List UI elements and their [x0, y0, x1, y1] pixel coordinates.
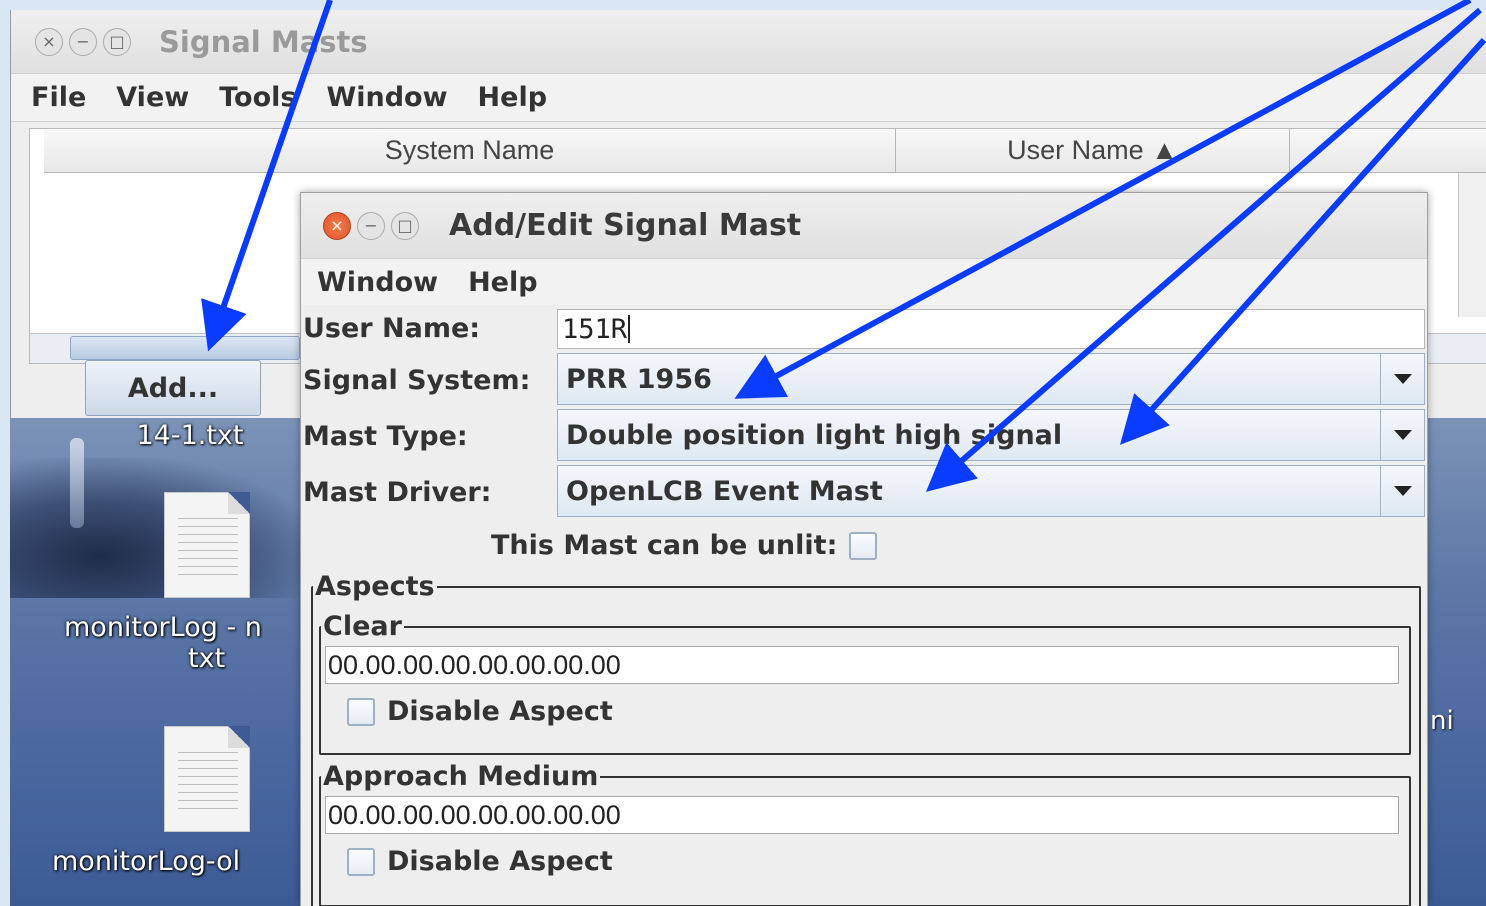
text-file-icon[interactable] [164, 726, 250, 832]
unlit-checkbox[interactable] [849, 531, 878, 560]
aspect-panel-clear: Clear 00.00.00.00.00.00.00.00 Disable As… [319, 611, 1411, 755]
chevron-down-icon[interactable] [1380, 354, 1424, 404]
chevron-down-icon[interactable] [1380, 466, 1424, 516]
mast-driver-label: Mast Driver: [303, 477, 492, 508]
aspect-panel-approach-medium: Approach Medium 00.00.00.00.00.00.00.00 … [319, 761, 1411, 906]
mast-driver-value: OpenLCB Event Mast [566, 475, 883, 507]
mast-type-select[interactable]: Double position light high signal [557, 409, 1425, 461]
menu-file[interactable]: File [31, 82, 86, 113]
menu-window[interactable]: Window [317, 267, 438, 298]
dialog-menubar: Window Help [301, 259, 1427, 305]
signal-system-value: PRR 1956 [566, 363, 712, 395]
menu-window[interactable]: Window [326, 82, 447, 113]
desktop-file-label-monitorlog-n[interactable]: monitorLog - n txt [50, 612, 300, 674]
column-header-system-name[interactable]: System Name [44, 129, 896, 173]
aspects-legend: Aspects [315, 571, 435, 602]
minimize-icon[interactable]: − [357, 211, 385, 240]
dialog-title: Add/Edit Signal Mast [449, 208, 802, 243]
maximize-icon[interactable]: □ [391, 211, 419, 240]
aspect-event-input[interactable]: 00.00.00.00.00.00.00.00 [325, 646, 1399, 684]
menu-tools[interactable]: Tools [219, 82, 296, 113]
aspect-name: Clear [323, 611, 402, 642]
window-title: Signal Masts [159, 24, 368, 59]
signal-system-label: Signal System: [303, 365, 531, 396]
signal-masts-menubar: File View Tools Window Help [11, 74, 1486, 122]
desktop-wallpaper-trunk [70, 438, 84, 528]
table-vertical-scrollbar[interactable] [1458, 173, 1486, 317]
maximize-icon[interactable]: □ [103, 27, 131, 56]
text-cursor [628, 315, 631, 343]
desktop-right-fragment-label: ni [1430, 706, 1454, 736]
chevron-down-icon[interactable] [1380, 410, 1424, 460]
minimize-icon[interactable]: − [69, 27, 97, 56]
disable-aspect-label: Disable Aspect [387, 846, 613, 877]
close-icon[interactable]: × [35, 27, 63, 56]
disable-aspect-row: Disable Aspect [347, 696, 1409, 727]
signal-system-select[interactable]: PRR 1956 [557, 353, 1425, 405]
mast-type-label: Mast Type: [303, 421, 468, 452]
menu-help[interactable]: Help [468, 267, 538, 298]
add-button[interactable]: Add... [85, 360, 261, 416]
mast-type-value: Double position light high signal [566, 419, 1063, 451]
close-icon[interactable]: × [323, 211, 351, 240]
disable-aspect-label: Disable Aspect [387, 696, 613, 727]
desktop-file-label-14-1[interactable]: 14-1.txt [85, 420, 295, 451]
user-name-input[interactable]: 151R [557, 309, 1425, 349]
mast-driver-select[interactable]: OpenLCB Event Mast [557, 465, 1425, 517]
disable-aspect-row: Disable Aspect [347, 846, 1409, 877]
desktop-file-label-line1: monitorLog - n [64, 612, 262, 643]
unlit-row: This Mast can be unlit: [491, 530, 878, 561]
disable-aspect-checkbox[interactable] [347, 697, 375, 726]
disable-aspect-checkbox[interactable] [347, 847, 375, 876]
desktop-file-label-line2: txt [188, 643, 226, 674]
menu-help[interactable]: Help [478, 82, 548, 113]
unlit-label: This Mast can be unlit: [491, 530, 838, 561]
desktop-wallpaper-tree [10, 458, 310, 598]
aspect-event-input[interactable]: 00.00.00.00.00.00.00.00 [325, 796, 1399, 834]
user-name-label: User Name: [303, 313, 481, 344]
text-file-icon[interactable] [164, 492, 250, 598]
user-name-value: 151R [562, 313, 628, 345]
aspect-name: Approach Medium [323, 761, 599, 792]
signal-masts-titlebar: × − □ Signal Masts [11, 10, 1486, 74]
dialog-titlebar: × − □ Add/Edit Signal Mast [301, 193, 1427, 259]
menu-view[interactable]: View [116, 82, 189, 113]
desktop-file-label-monitorlog-old[interactable]: monitorLog-ol [52, 846, 302, 877]
scrollbar-thumb[interactable] [70, 336, 300, 360]
column-header-user-name[interactable]: User Name ▲ [896, 129, 1290, 173]
column-header-extra[interactable] [1290, 129, 1486, 173]
add-edit-signal-mast-dialog: × − □ Add/Edit Signal Mast Window Help U… [300, 192, 1428, 906]
